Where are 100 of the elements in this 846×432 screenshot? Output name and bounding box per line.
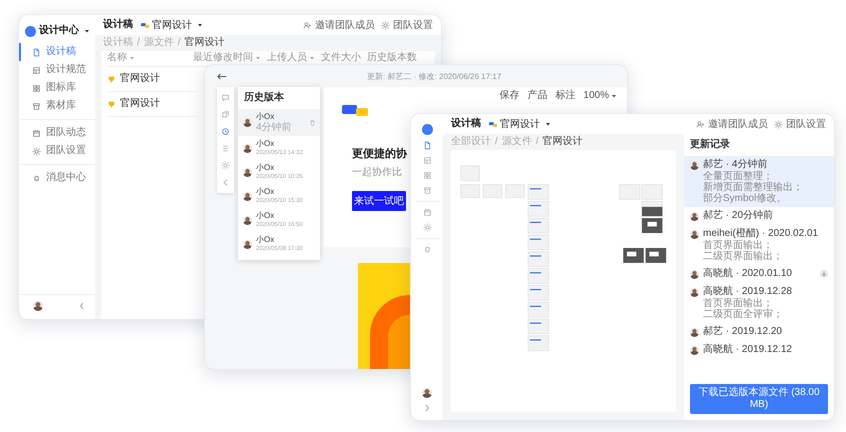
log-note: 二级页面全评审； [702,309,784,320]
zoom-select[interactable]: 100% [583,90,617,102]
tool-button[interactable] [221,178,230,187]
avatar-icon[interactable] [33,301,43,311]
sidebar-button[interactable] [422,156,432,165]
toolbar-link[interactable]: 团队设置 [774,117,826,131]
log-entry[interactable]: 高晓航 · 2020.01.10 [684,265,834,283]
grid-icon [32,84,41,92]
version-time: 4分钟前 [256,122,293,133]
avatar-icon [243,240,252,248]
calendar-icon [32,128,41,138]
version-item[interactable]: 小Ox 4分钟前 [238,109,320,136]
panel-title: 历史版本 [243,90,285,105]
project-name[interactable]: 设计稿 [103,19,133,31]
log-note: 部分Symbol修改。 [702,193,788,204]
chat-bubbles-icon [342,105,368,116]
log-entry[interactable]: meihei(橙醋) · 2020.02.01 首页界面输出； 二级页界面输出； [684,225,834,265]
try-button[interactable]: 来试一试吧 [352,191,406,211]
tool-button[interactable] [221,161,230,170]
log-author: 郝艺 · 2019.12.20 [703,326,783,338]
log-entry[interactable]: 郝艺 · 4分钟前 全量页面整理； 新增页面需整理输出； 部分Symbol修改。 [684,156,834,207]
download-icon[interactable] [820,270,828,278]
log-entry[interactable]: 郝艺 · 2019.12.20 [684,323,834,341]
sidebar-button[interactable] [422,141,432,150]
log-entry[interactable]: 高晓航 · 2019.12.12 [684,341,834,359]
sidebar-button[interactable] [422,186,432,195]
sort-icon [255,55,261,61]
file-icon [489,122,497,126]
tool-button[interactable] [221,144,230,153]
breadcrumb-separator: / [178,37,181,49]
trash-icon[interactable] [310,120,315,126]
archive-icon [32,102,41,110]
gear-icon [32,146,41,156]
gear-icon [381,20,390,30]
sidebar-item[interactable]: 素材库 [19,97,95,115]
avatar-icon [243,168,252,176]
toolbar-item[interactable]: 产品 [527,90,548,102]
sidebar-item[interactable]: 图标库 [19,79,95,97]
tool-button[interactable] [221,93,230,102]
back-arrow-icon[interactable] [217,72,227,80]
caret-icon[interactable] [84,28,90,34]
file-icon [422,141,432,150]
archive-icon [422,186,432,195]
version-author: 小Ox [256,235,276,245]
log-author: 高晓航 · 2020.01.10 [703,268,793,280]
log-note: 首页界面输出； [702,240,774,251]
table-row[interactable]: 官网设计 [107,92,197,117]
sidebar-button[interactable] [422,171,432,180]
project-name[interactable]: 设计稿 [451,118,481,130]
collapse-icon[interactable] [79,302,85,310]
invite-icon [303,20,312,30]
table-row[interactable]: 官网设计 [107,67,197,92]
version-author: 小Ox [256,139,276,149]
avatar-icon [243,216,252,224]
sidebar-button[interactable] [422,245,432,254]
sidebar-item[interactable]: 团队设置 [19,142,95,160]
invite-icon [696,120,705,128]
clock-icon [221,127,230,136]
toolbar-item[interactable]: 标注 [555,90,576,102]
sort-icon [129,55,135,61]
file-selector[interactable]: 官网设计 [139,18,205,32]
expand-icon[interactable] [424,404,430,412]
version-author: 小Ox [256,211,276,221]
file-selector[interactable]: 官网设计 [487,117,553,131]
grid-icon [422,171,432,180]
toolbar-link[interactable]: 邀请团队成员 [303,18,375,32]
log-author: 郝艺 · 20分钟前 [703,210,774,222]
team-name[interactable]: 设计中心 [39,25,79,37]
toolbar-link[interactable]: 邀请团队成员 [696,117,768,131]
log-author: 高晓航 · 2019.12.12 [703,344,793,356]
version-author: 小Ox [256,163,276,173]
tool-button[interactable] [221,127,230,136]
layout-icon [32,66,41,74]
tool-button[interactable] [221,110,230,119]
logo-icon [25,26,36,36]
version-author: 小Ox [256,112,276,122]
layout-icon [422,156,432,165]
download-button[interactable]: 下载已选版本源文件 (38.00 MB) [690,384,828,414]
logo-icon [422,124,432,135]
panel-title: 更新记录 [689,137,731,152]
gear-icon [422,223,432,232]
breadcrumb-separator: / [137,37,140,49]
log-entry[interactable]: 郝艺 · 20分钟前 [684,207,834,225]
avatar-icon [243,144,252,152]
calendar-icon [422,208,432,217]
log-note: 全量页面整理； [702,171,774,182]
avatar-icon[interactable] [422,388,432,398]
file-name: 官网设计 [120,73,160,85]
hero-heading: 更便捷的协 [352,146,407,161]
caret-icon [545,121,551,127]
toolbar-link[interactable]: 团队设置 [381,18,433,32]
sidebar-button[interactable] [422,208,432,217]
sidebar-item[interactable]: 设计规范 [19,61,95,79]
breadcrumb-current: 官网设计 [184,37,225,49]
sidebar-button[interactable] [422,223,432,232]
breadcrumb-current: 官网设计 [542,136,583,148]
bell-icon [32,174,41,182]
toolbar-item[interactable]: 保存 [499,90,520,102]
log-entry[interactable]: 高晓航 · 2019.12.28 首页界面输出； 二级页面全评审； [684,283,834,323]
log-note: 新增页面需整理输出； [702,182,804,193]
